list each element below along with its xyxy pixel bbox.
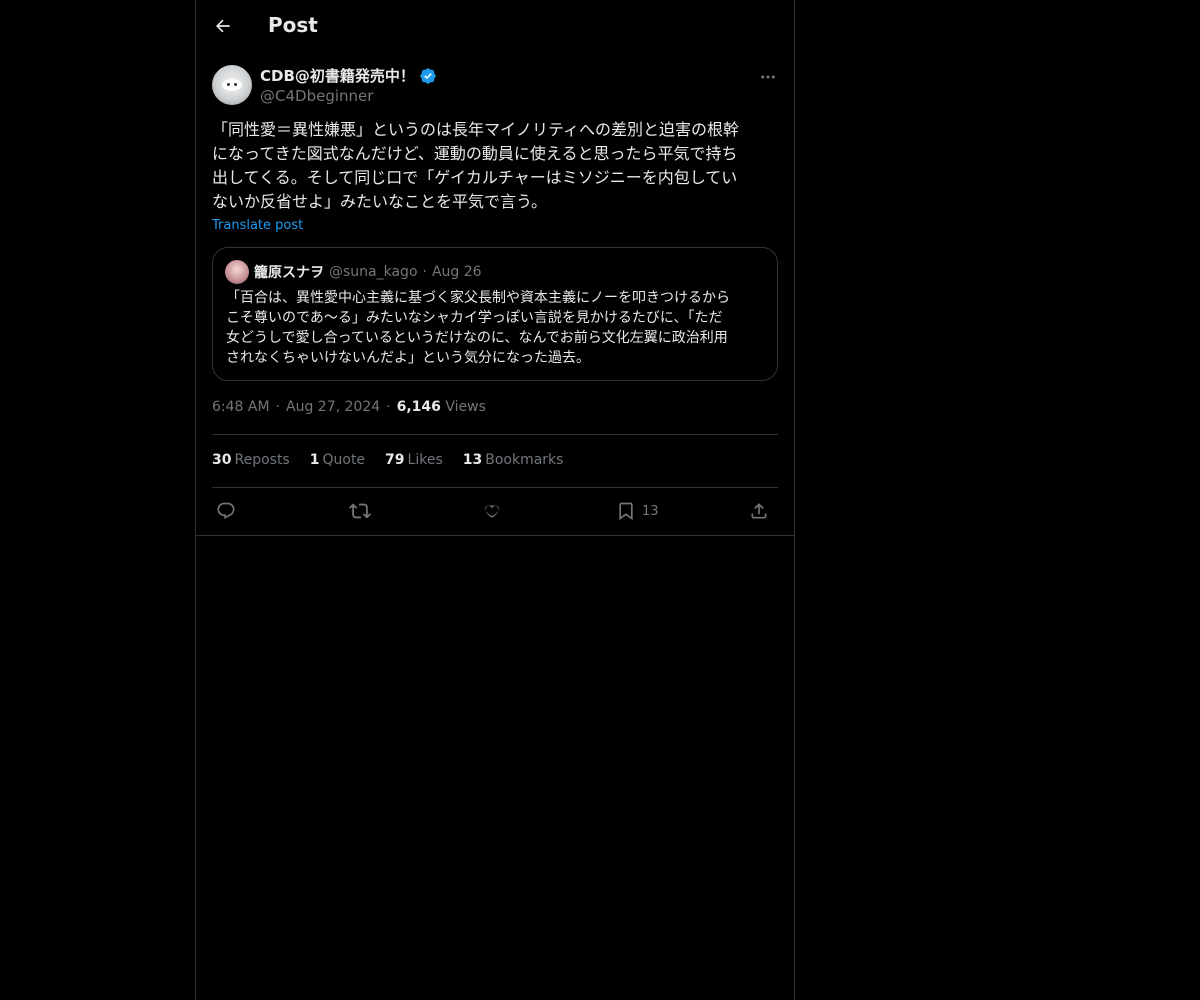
- post-column: Post CDB@初書籍発売中！ @C4Dbeginner 「同性愛＝異性嫌悪」…: [195, 0, 795, 1000]
- reposts-label: Reposts: [234, 452, 290, 468]
- header: Post: [196, 0, 794, 53]
- bookmarks-count: 13: [462, 452, 483, 468]
- quote-separator: ·: [422, 264, 427, 280]
- divider: [212, 487, 778, 488]
- heart-icon: [485, 505, 499, 518]
- page-title: Post: [268, 13, 318, 37]
- share-icon: [751, 503, 767, 519]
- quote-text: 「百合は、異性愛中心主義に基づく家父長制や資本主義にノーを叩きつけるから こそ尊…: [226, 290, 730, 366]
- arrow-left-icon: [216, 19, 230, 33]
- like-button[interactable]: [482, 499, 502, 523]
- quote-avatar: [225, 260, 249, 284]
- author-name[interactable]: CDB@初書籍発売中！: [260, 65, 437, 86]
- quote-meta: 籠原スナヲ @suna_kago · Aug 26: [254, 262, 482, 282]
- views-label: Views: [445, 399, 486, 415]
- reply-icon: [217, 502, 235, 520]
- quote-author-handle: @suna_kago: [329, 264, 418, 280]
- meta-separator: ·: [386, 399, 391, 415]
- reply-button[interactable]: [216, 499, 236, 523]
- post-date[interactable]: Aug 27, 2024: [286, 399, 380, 415]
- author-row: CDB@初書籍発売中！ @C4Dbeginner: [212, 65, 778, 109]
- post-text: 「同性愛＝異性嫌悪」というのは長年マイノリティへの差別と迫害の根幹 になってきた…: [212, 120, 740, 211]
- avatar-eye: [227, 83, 230, 86]
- author-handle[interactable]: @C4Dbeginner: [260, 87, 373, 105]
- divider: [196, 535, 794, 536]
- likes-label: Likes: [407, 452, 443, 468]
- quote-date: Aug 26: [431, 264, 482, 280]
- bookmark-icon: [619, 502, 633, 521]
- likes-stat[interactable]: 79 Likes: [385, 452, 443, 468]
- back-button[interactable]: [212, 15, 234, 37]
- quote-label: Quote: [322, 452, 366, 468]
- avatar-eye: [234, 83, 237, 86]
- quotes-stat[interactable]: 1 Quote: [310, 452, 365, 468]
- reposts-count: 30: [212, 452, 232, 468]
- more-horizontal-icon: [761, 75, 775, 79]
- more-options-button[interactable]: [758, 67, 778, 87]
- action-bar: 13: [212, 499, 778, 523]
- likes-count: 79: [385, 452, 405, 468]
- engagement-stats: 30 Reposts 1 Quote 79 Likes 13 Bookmarks: [212, 452, 563, 468]
- translate-post-link[interactable]: Translate post: [212, 218, 303, 233]
- avatar-face: [222, 79, 242, 91]
- avatar[interactable]: [212, 65, 252, 105]
- bookmark-count: 13: [642, 503, 659, 519]
- quote-author-name: 籠原スナヲ: [254, 265, 324, 281]
- bookmarks-label: Bookmarks: [485, 452, 564, 468]
- repost-icon: [349, 503, 371, 519]
- post-meta: 6:48 AM · Aug 27, 2024 · 6,146 Views: [212, 399, 486, 415]
- bookmark-button[interactable]: 13: [616, 499, 659, 523]
- views-count: 6,146: [396, 399, 441, 415]
- post-time[interactable]: 6:48 AM: [212, 399, 270, 415]
- repost-button[interactable]: [349, 499, 371, 523]
- verified-badge-icon: [420, 67, 436, 84]
- meta-separator: ·: [275, 399, 280, 415]
- author-name-text: CDB@初書籍発売中！: [260, 67, 415, 85]
- quote-count: 1: [309, 452, 320, 468]
- reposts-stat[interactable]: 30 Reposts: [212, 452, 290, 468]
- quoted-post[interactable]: 籠原スナヲ @suna_kago · Aug 26 「百合は、異性愛中心主義に基…: [212, 247, 778, 381]
- bookmarks-stat[interactable]: 13 Bookmarks: [463, 452, 564, 468]
- divider: [212, 434, 778, 435]
- share-button[interactable]: [749, 499, 769, 523]
